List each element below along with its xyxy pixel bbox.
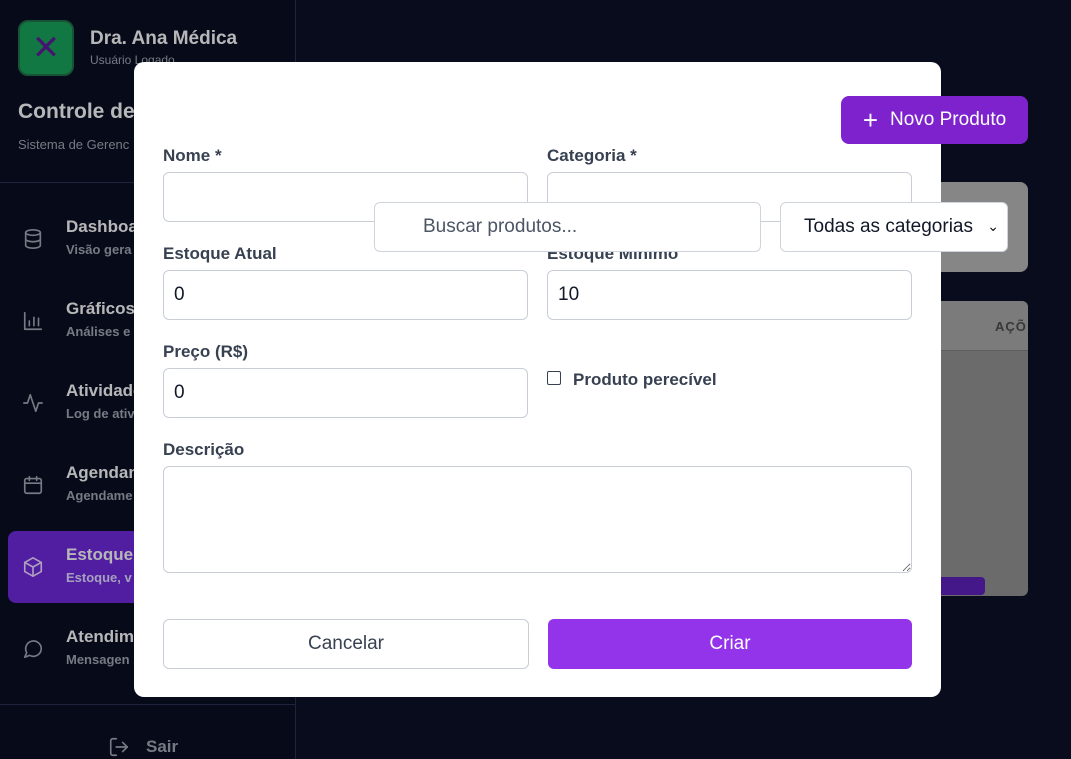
category-label: Categoria * [547,146,637,165]
stock-min-field[interactable] [547,270,912,320]
perishable-label: Produto perecível [573,370,717,389]
search-input[interactable] [374,202,761,252]
name-label: Nome * [163,146,222,165]
perishable-checkbox-row[interactable]: Produto perecível [547,370,717,390]
category-filter-value: Todas as categorias [804,216,973,237]
description-field[interactable] [163,466,912,573]
create-button[interactable]: Criar [548,619,912,669]
category-filter-select[interactable]: Todas as categorias ⌄ [780,202,1008,252]
plus-icon: + [862,105,878,135]
new-product-label: Novo Produto [890,109,1007,130]
price-field[interactable] [163,368,528,418]
chevron-down-icon: ⌄ [987,218,999,234]
stock-current-field[interactable] [163,270,528,320]
description-label: Descrição [163,440,245,459]
new-product-modal: Nome * Categoria * Estoque Atual Estoque… [134,62,941,697]
perishable-checkbox[interactable] [547,371,561,385]
new-product-button[interactable]: + Novo Produto [841,96,1028,144]
cancel-button[interactable]: Cancelar [163,619,529,669]
price-label: Preço (R$) [163,342,249,361]
stock-current-label: Estoque Atual [163,244,277,263]
